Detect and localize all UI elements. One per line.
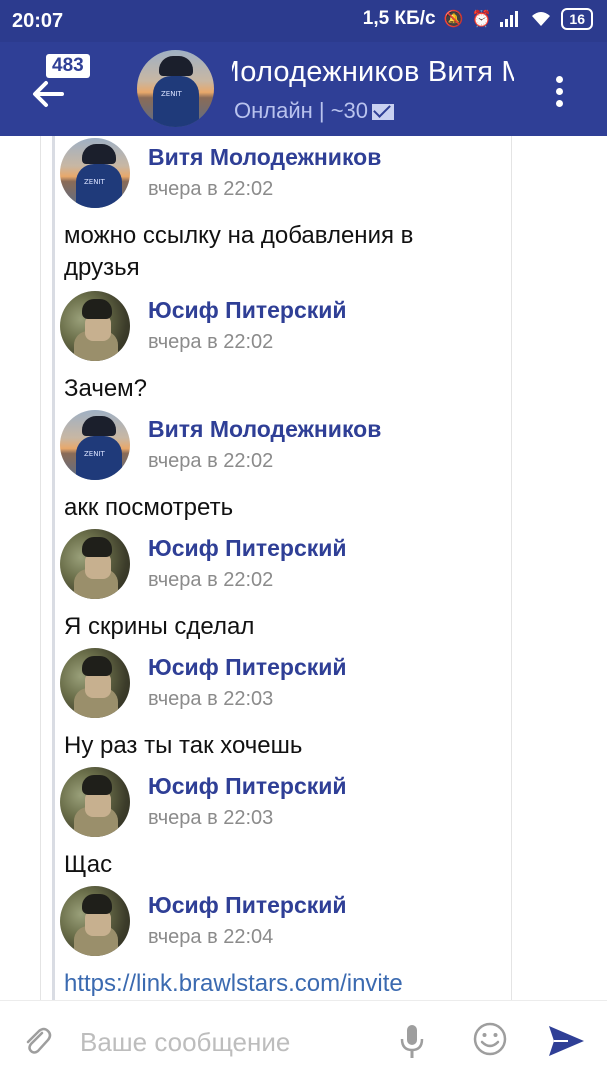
author-name[interactable]: Юсиф Питерский (148, 297, 347, 324)
author-avatar[interactable] (60, 648, 130, 718)
message-time: вчера в 22:02 (148, 569, 274, 591)
message-time: вчера в 22:03 (148, 688, 274, 710)
author-avatar[interactable] (60, 767, 130, 837)
chat-status: Онлайн | ~30 (234, 98, 395, 124)
mail-icon (372, 104, 395, 121)
chat-avatar[interactable] (137, 50, 214, 127)
author-name[interactable]: Юсиф Питерский (148, 773, 347, 800)
message-time: вчера в 22:03 (148, 807, 274, 829)
network-speed: 1,5 КБ/с (362, 8, 436, 29)
chat-header: 483 Витя Молодежников Витя Молодежников … (0, 42, 607, 136)
message-composer: Ваше сообщение (0, 1000, 607, 1081)
message-text: акк посмотреть (64, 494, 234, 521)
author-avatar[interactable] (60, 886, 130, 956)
chat-title-marquee[interactable]: Витя Молодежников Витя Молодежников (232, 56, 514, 100)
status-bar: 20:07 1,5 КБ/с 🔕 ⏰ 16 (0, 0, 607, 42)
message-time: вчера в 22:04 (148, 926, 274, 948)
wifi-icon (532, 12, 551, 26)
author-name[interactable]: Витя Молодежников (148, 144, 381, 171)
signal-icon (500, 11, 519, 27)
microphone-icon[interactable] (398, 1023, 426, 1061)
online-status-text: Онлайн | ~30 (234, 98, 369, 123)
battery-indicator: 16 (561, 8, 593, 30)
message-time: вчера в 22:02 (148, 331, 274, 353)
author-avatar[interactable] (60, 410, 130, 480)
alarm-icon: ⏰ (471, 11, 492, 28)
message-list[interactable]: Витя Молодежников вчера в 22:02 можно сс… (0, 136, 607, 1000)
send-icon[interactable] (546, 1023, 586, 1059)
forwarded-indicator-line (52, 136, 55, 1000)
attach-icon[interactable] (22, 1023, 52, 1059)
author-avatar[interactable] (60, 529, 130, 599)
message-time: вчера в 22:02 (148, 178, 274, 200)
message-text: Я скрины сделал (64, 613, 255, 640)
author-avatar[interactable] (60, 138, 130, 208)
chat-title: Витя Молодежников Витя Молодежников (232, 56, 514, 88)
message-input[interactable]: Ваше сообщение (80, 1027, 290, 1058)
back-arrow-icon[interactable] (28, 74, 68, 114)
mute-icon: 🔕 (443, 11, 464, 28)
invite-link[interactable]: https://link.brawlstars.com/invite (64, 970, 403, 997)
message-text: Щас (64, 851, 113, 878)
author-name[interactable]: Витя Молодежников (148, 416, 381, 443)
more-vert-icon[interactable] (552, 76, 566, 110)
emoji-icon[interactable] (472, 1021, 508, 1057)
unread-count-badge: 483 (46, 54, 90, 78)
message-text: Зачем? (64, 375, 148, 402)
message-text: можно ссылку на добавления в друзья (64, 222, 414, 281)
author-name[interactable]: Юсиф Питерский (148, 535, 347, 562)
message-time: вчера в 22:02 (148, 450, 274, 472)
status-time: 20:07 (12, 10, 64, 32)
author-name[interactable]: Юсиф Питерский (148, 654, 347, 681)
message-text: Ну раз ты так хочешь (64, 732, 303, 759)
message-text-wrap: https://link.brawlstars.com/invite (64, 968, 494, 1000)
author-avatar[interactable] (60, 291, 130, 361)
author-name[interactable]: Юсиф Питерский (148, 892, 347, 919)
status-right: 1,5 КБ/с 🔕 ⏰ 16 (363, 8, 593, 30)
